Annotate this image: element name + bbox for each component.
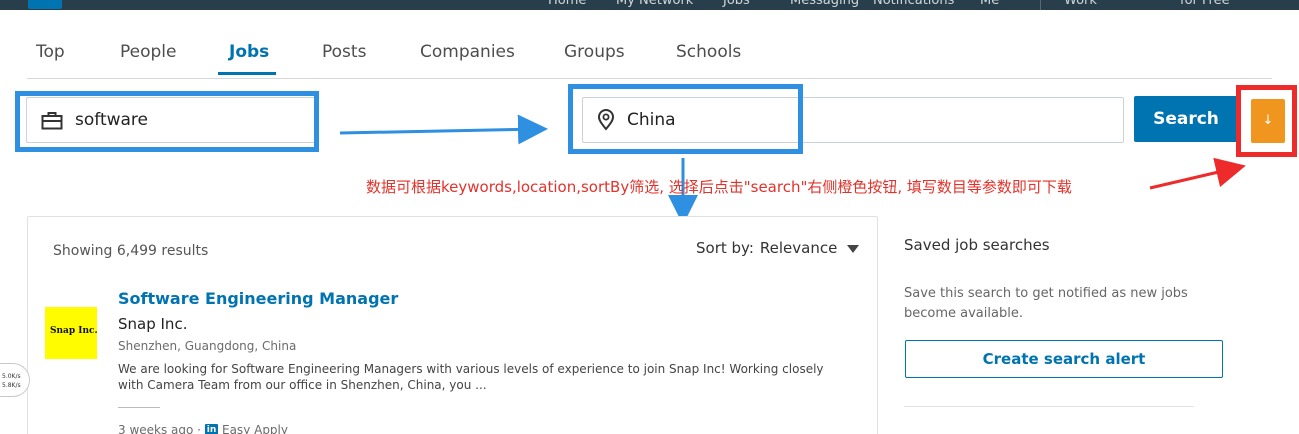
annotation-to-download-arrow xyxy=(1149,157,1246,190)
search-button[interactable]: Search xyxy=(1134,96,1238,142)
keywords-to-location-arrow xyxy=(339,114,548,145)
job-meta: 3 weeks ago · in Easy Apply xyxy=(118,423,288,434)
results-count: Showing 6,499 results xyxy=(53,243,209,259)
nav-messaging[interactable]: Messaging xyxy=(790,0,859,8)
job-posted-time: 3 weeks ago · xyxy=(118,423,201,434)
sort-dropdown[interactable]: Sort by: Relevance xyxy=(696,239,860,265)
nav-divider xyxy=(1040,0,1041,10)
nav-try-premium[interactable]: for Free xyxy=(1180,0,1230,8)
network-speed-widget[interactable]: 5.0K/s 5.8K/s xyxy=(0,363,30,397)
company-logo-text: Snap Inc. xyxy=(50,326,98,336)
nav-home[interactable]: Home xyxy=(548,0,586,8)
job-separator xyxy=(118,407,160,408)
nav-notifications[interactable]: Notifications xyxy=(873,0,954,8)
saved-searches-description: Save this search to get notified as new … xyxy=(904,286,1188,321)
sort-value: Relevance xyxy=(759,239,838,257)
job-results-card: Showing 6,499 results Sort by: Relevance … xyxy=(27,216,878,434)
nav-jobs[interactable]: Jobs xyxy=(723,0,750,8)
job-description: We are looking for Software Engineering … xyxy=(118,362,824,392)
job-title-link[interactable]: Software Engineering Manager xyxy=(118,289,398,308)
nav-work[interactable]: Work xyxy=(1064,0,1097,8)
tab-schools[interactable]: Schools xyxy=(676,42,741,62)
sidebar-divider xyxy=(904,406,1194,407)
tab-people[interactable]: People xyxy=(120,42,176,62)
tab-posts[interactable]: Posts xyxy=(322,42,366,62)
annotation-instruction-text: 数据可根据keywords,location,sortBy筛选, 选择后点击"s… xyxy=(366,178,1072,196)
download-speed: 5.8K/s xyxy=(2,382,21,389)
caret-down-icon xyxy=(847,244,860,253)
keywords-annotation-box xyxy=(15,91,319,152)
job-location: Shenzhen, Guangdong, China xyxy=(118,339,297,353)
top-navigation-bar: Home My Network Jobs Messaging Notificat… xyxy=(0,0,1299,10)
job-company: Snap Inc. xyxy=(118,315,188,333)
tabs-divider xyxy=(27,78,1272,79)
tab-groups[interactable]: Groups xyxy=(564,42,625,62)
tab-companies[interactable]: Companies xyxy=(420,42,515,62)
tab-top[interactable]: Top xyxy=(36,42,65,62)
create-search-alert-button[interactable]: Create search alert xyxy=(905,340,1223,378)
nav-my-network[interactable]: My Network xyxy=(616,0,693,8)
location-annotation-box xyxy=(568,84,803,154)
sort-label: Sort by: xyxy=(696,239,754,257)
saved-searches-title: Saved job searches xyxy=(904,236,1050,254)
upload-speed: 5.0K/s xyxy=(2,373,21,380)
company-logo[interactable]: Snap Inc. xyxy=(45,307,98,359)
download-annotation-box xyxy=(1236,85,1297,157)
linkedin-icon: in xyxy=(205,424,218,434)
tab-jobs[interactable]: Jobs xyxy=(229,42,269,62)
active-tab-indicator xyxy=(218,72,276,75)
nav-me[interactable]: Me xyxy=(980,0,999,8)
easy-apply-label[interactable]: Easy Apply xyxy=(222,423,288,434)
linkedin-logo[interactable] xyxy=(28,0,62,9)
